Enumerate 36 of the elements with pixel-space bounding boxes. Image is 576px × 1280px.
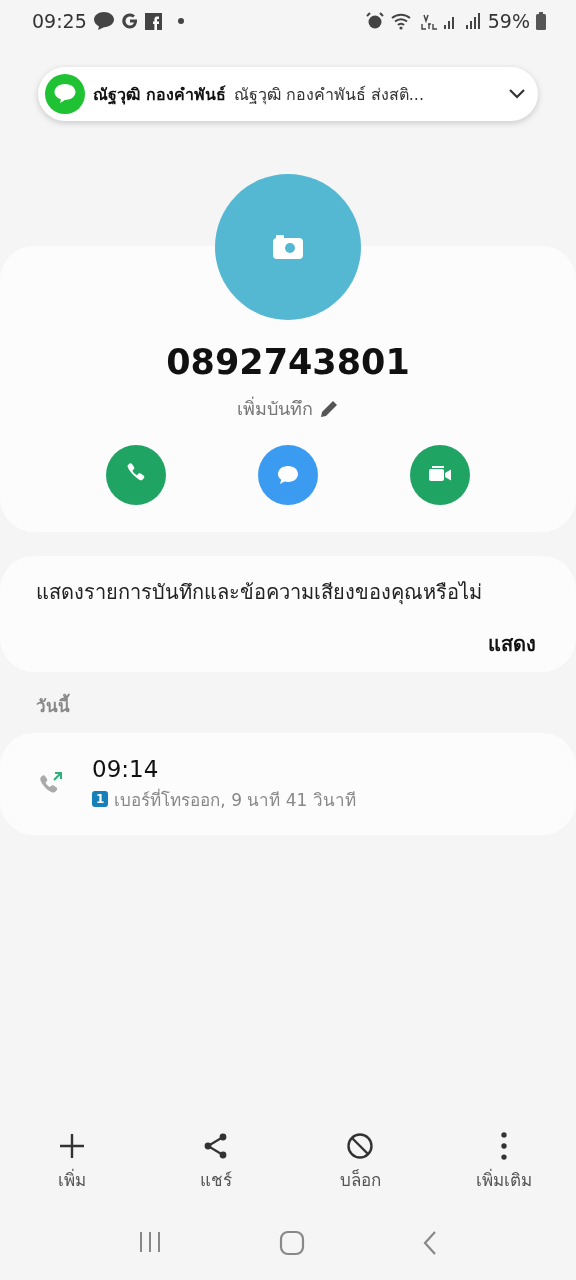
dot-icon [177,18,184,24]
more-icon [501,1132,507,1160]
google-icon [120,12,139,30]
notification-sender: ณัฐวุฒิ กองคำพันธ์ [93,83,226,107]
back-icon[interactable] [421,1230,438,1256]
video-call-button[interactable] [410,445,470,505]
call-detail: เบอร์ที่โทรออก, 9 นาที 41 วินาที [114,787,356,812]
show-button[interactable]: แสดง [488,628,536,660]
home-icon[interactable] [279,1230,305,1256]
more-button[interactable]: เพิ่มเติม [432,1132,576,1193]
call-time: 09:14 [92,755,160,782]
facebook-icon [144,12,162,30]
recent-apps-icon[interactable] [138,1230,163,1254]
phone-number: 0892743801 [166,342,410,382]
alarm-icon [365,12,384,30]
chevron-down-icon[interactable] [508,88,526,100]
notification-message: ณัฐวุฒิ กองคำพันธ์ ส่งสติ... [233,83,425,107]
sim-badge: 1 [92,791,109,807]
call-log-item[interactable]: 09:14 1 เบอร์ที่โทรออก, 9 นาที 41 วินาที [0,733,576,835]
battery-icon [536,12,546,30]
lte-signal-icon [419,11,482,31]
share-button[interactable]: แชร์ [144,1132,288,1193]
section-heading: วันนี้ [0,692,576,719]
block-icon [346,1132,374,1160]
status-time: 09:25 [32,10,87,32]
add-note-link[interactable]: เพิ่มบันทึก [237,394,339,423]
add-icon [58,1132,86,1160]
block-button[interactable]: บล็อก [288,1132,432,1193]
add-button[interactable]: เพิ่ม [0,1132,144,1193]
call-button[interactable] [106,445,166,505]
prompt-text: แสดงรายการบันทึกและข้อความเสียงของคุณหรือไม่ [36,579,483,607]
camera-icon [273,235,303,259]
notification-banner[interactable]: ณัฐวุฒิ กองคำพันธ์ ณัฐวุฒิ กองคำพันธ์ ส่งสติ... [38,67,538,121]
battery-percent: 59% [487,10,530,32]
pencil-icon [319,398,339,419]
message-button[interactable] [258,445,318,505]
